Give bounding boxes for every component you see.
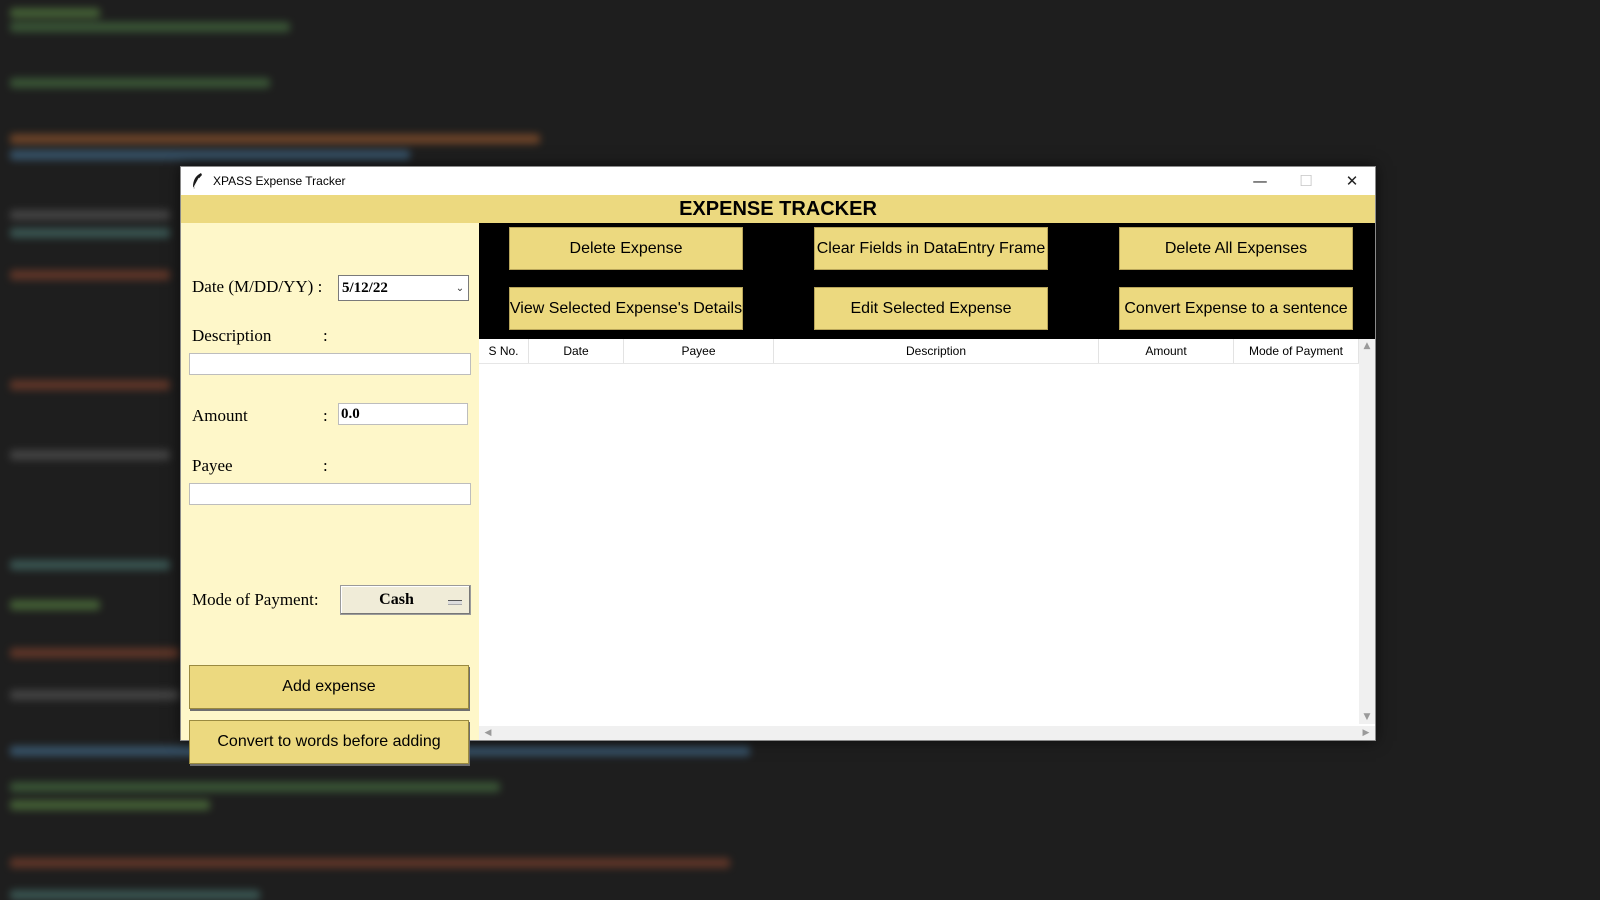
title-bar[interactable]: XPASS Expense Tracker — ☐ ✕ bbox=[181, 167, 1375, 195]
amount-field[interactable]: 0.0 bbox=[338, 403, 468, 425]
column-header-description[interactable]: Description bbox=[774, 339, 1099, 363]
description-colon: : bbox=[323, 326, 328, 345]
app-header: EXPENSE TRACKER bbox=[181, 195, 1375, 223]
scroll-down-icon[interactable]: ▼ bbox=[1360, 710, 1374, 724]
payee-field[interactable] bbox=[189, 483, 471, 505]
scroll-right-icon[interactable]: ▶ bbox=[1359, 726, 1373, 740]
action-buttons-frame: Delete Expense Clear Fields in DataEntry… bbox=[479, 223, 1375, 339]
column-header-amount[interactable]: Amount bbox=[1099, 339, 1234, 363]
view-details-button[interactable]: View Selected Expense's Details bbox=[509, 287, 743, 330]
payee-colon: : bbox=[323, 456, 328, 475]
date-label: Date (M/DD/YY) : bbox=[192, 277, 323, 296]
date-value: 5/12/22 bbox=[342, 279, 388, 296]
mode-of-payment-select[interactable]: Cash bbox=[340, 585, 471, 615]
window-title: XPASS Expense Tracker bbox=[213, 174, 346, 188]
app-heading: EXPENSE TRACKER bbox=[679, 197, 877, 220]
expense-list-frame: Delete Expense Clear Fields in DataEntry… bbox=[479, 223, 1375, 740]
option-menu-indicator-icon bbox=[448, 600, 462, 605]
payee-label: Payee bbox=[192, 456, 233, 475]
app-window: XPASS Expense Tracker — ☐ ✕ EXPENSE TRAC… bbox=[180, 166, 1376, 764]
description-field[interactable] bbox=[189, 353, 471, 375]
description-label: Description bbox=[192, 326, 272, 345]
column-header-sno[interactable]: S No. bbox=[479, 339, 529, 363]
amount-label: Amount bbox=[192, 406, 248, 425]
mode-of-payment-label: Mode of Payment: bbox=[192, 590, 319, 609]
window-controls: — ☐ ✕ bbox=[1237, 167, 1375, 195]
convert-to-sentence-button[interactable]: Convert Expense to a sentence bbox=[1119, 287, 1353, 330]
column-header-mode-of-payment[interactable]: Mode of Payment bbox=[1234, 339, 1359, 363]
column-header-date[interactable]: Date bbox=[529, 339, 624, 363]
add-expense-button[interactable]: Add expense bbox=[189, 665, 469, 709]
horizontal-scrollbar[interactable]: ◀ ▶ bbox=[479, 726, 1375, 740]
delete-all-expenses-button[interactable]: Delete All Expenses bbox=[1119, 227, 1353, 270]
minimize-button[interactable]: — bbox=[1237, 167, 1283, 195]
scroll-left-icon[interactable]: ◀ bbox=[481, 726, 495, 740]
edit-expense-button[interactable]: Edit Selected Expense bbox=[814, 287, 1048, 330]
date-picker[interactable]: 5/12/22 ⌄ bbox=[338, 275, 469, 301]
close-button[interactable]: ✕ bbox=[1329, 167, 1375, 195]
vertical-scrollbar[interactable]: ▲ ▼ bbox=[1359, 339, 1375, 724]
delete-expense-button[interactable]: Delete Expense bbox=[509, 227, 743, 270]
column-header-payee[interactable]: Payee bbox=[624, 339, 774, 363]
maximize-button[interactable]: ☐ bbox=[1283, 167, 1329, 195]
scroll-up-icon[interactable]: ▲ bbox=[1360, 339, 1374, 353]
clear-fields-button[interactable]: Clear Fields in DataEntry Frame bbox=[814, 227, 1048, 270]
expenses-table[interactable]: S No. Date Payee Description Amount Mode… bbox=[479, 339, 1375, 740]
chevron-down-icon[interactable]: ⌄ bbox=[452, 283, 468, 294]
data-entry-frame: Date (M/DD/YY) : 5/12/22 ⌄ Description :… bbox=[181, 223, 479, 764]
table-header: S No. Date Payee Description Amount Mode… bbox=[479, 339, 1359, 364]
amount-colon: : bbox=[323, 406, 328, 425]
convert-to-words-button[interactable]: Convert to words before adding bbox=[189, 720, 469, 764]
mode-of-payment-value: Cash bbox=[379, 591, 414, 608]
feather-icon bbox=[192, 173, 202, 190]
